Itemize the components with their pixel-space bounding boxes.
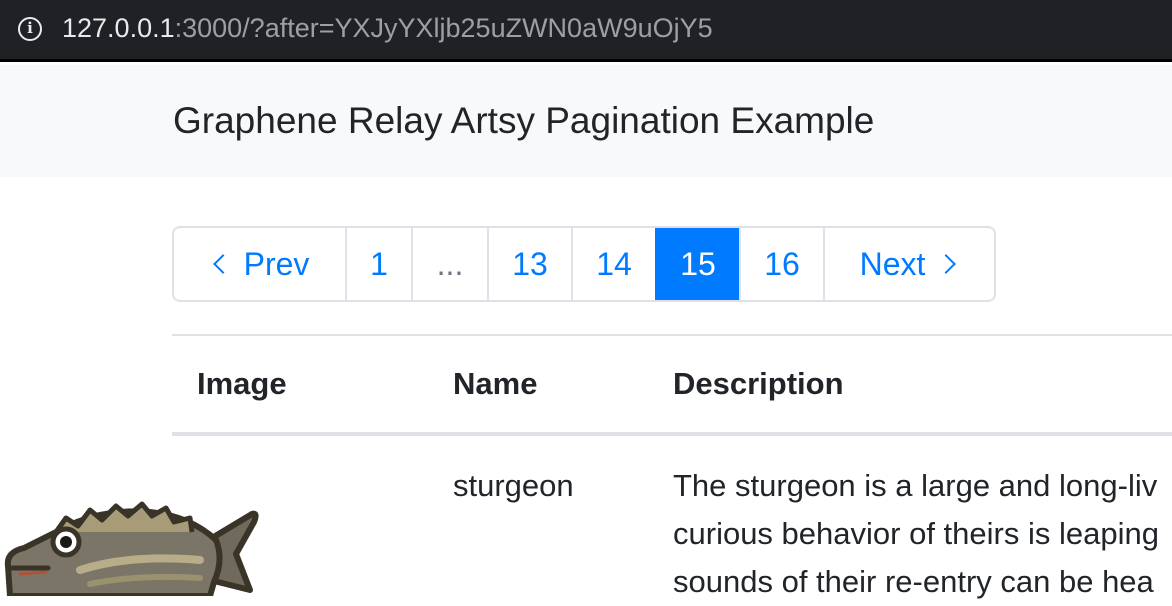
url-host: 127.0.0.1 — [62, 13, 175, 43]
prev-label: Prev — [243, 245, 310, 282]
chevron-left-icon — [212, 254, 233, 274]
column-header-image: Image — [197, 366, 287, 401]
row-name: sturgeon — [453, 468, 574, 503]
column-header-name: Name — [453, 366, 538, 401]
chevron-right-icon — [936, 254, 957, 274]
table-header-border — [172, 432, 1172, 436]
row-description: The sturgeon is a large and long-liv cur… — [673, 462, 1172, 606]
page-ellipsis: ... — [411, 228, 487, 300]
page-link-14[interactable]: 14 — [571, 228, 655, 300]
url-text[interactable]: 127.0.0.1:3000/?after=YXJyYXljb25uZWN0aW… — [62, 11, 713, 45]
page-link-1[interactable]: 1 — [345, 228, 411, 300]
sturgeon-fish-icon — [4, 501, 259, 596]
page-link-16[interactable]: 16 — [739, 228, 823, 300]
page-link-13[interactable]: 13 — [487, 228, 571, 300]
table-top-border — [172, 334, 1172, 336]
description-line: curious behavior of theirs is leaping — [673, 516, 1159, 551]
url-path: :3000/?after=YXJyYXljb25uZWN0aW9uOjY5 — [174, 13, 713, 43]
next-page-button[interactable]: Next — [823, 228, 994, 300]
info-icon[interactable]: i — [18, 17, 42, 41]
browser-address-bar[interactable]: i 127.0.0.1:3000/?after=YXJyYXljb25uZWN0… — [0, 0, 1172, 62]
next-label: Next — [859, 245, 926, 282]
pagination: Prev 1 ... 13 14 15 16 Next — [172, 226, 996, 302]
prev-page-button[interactable]: Prev — [174, 228, 345, 300]
page-title: Graphene Relay Artsy Pagination Example — [173, 100, 875, 141]
app-header: Graphene Relay Artsy Pagination Example — [0, 65, 1172, 177]
description-line: sounds of their re-entry can be hea — [673, 564, 1154, 599]
column-header-description: Description — [673, 366, 844, 401]
page-link-15-active[interactable]: 15 — [655, 228, 739, 300]
description-line: The sturgeon is a large and long-liv — [673, 468, 1158, 503]
